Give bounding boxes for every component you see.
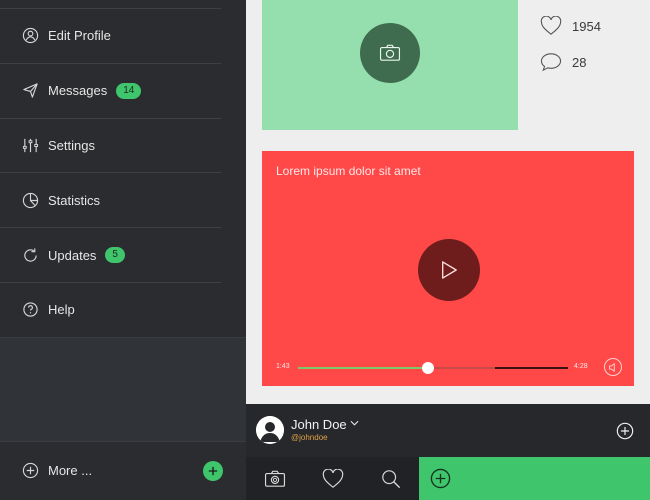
plus-circle-icon [430, 468, 451, 489]
more-button[interactable]: More ... [22, 462, 92, 479]
seek-buffered [495, 367, 568, 369]
tab-bar [246, 457, 650, 500]
help-icon [22, 301, 39, 318]
volume-button[interactable] [604, 358, 622, 376]
camera-icon [264, 470, 286, 487]
play-icon [442, 261, 457, 279]
avatar[interactable] [256, 416, 284, 444]
sidebar-item-label: Settings [48, 137, 95, 153]
sidebar-item-label: Updates [48, 247, 97, 263]
post-stats: 1954 28 [540, 14, 601, 86]
updates-badge: 5 [105, 247, 125, 264]
add-post-icon[interactable] [616, 422, 634, 440]
comments-stat[interactable]: 28 [540, 50, 601, 74]
tab-favorites[interactable] [304, 457, 362, 500]
seek-handle[interactable] [421, 362, 434, 374]
tab-add[interactable] [419, 457, 650, 500]
user-icon [22, 27, 39, 44]
refresh-icon [22, 247, 39, 264]
time-current: 1:43 [276, 363, 290, 370]
tab-camera[interactable] [246, 457, 304, 500]
sidebar-item-edit-profile[interactable]: Edit Profile [0, 9, 221, 64]
sidebar-item-label: Help [48, 302, 75, 318]
tab-search[interactable] [362, 457, 419, 500]
sidebar-item-label: Messages [48, 83, 108, 99]
sidebar-item-help[interactable]: Help [0, 283, 221, 338]
messages-badge: 14 [116, 82, 142, 99]
likes-count: 1954 [572, 18, 601, 34]
camera-button[interactable] [360, 23, 420, 83]
user-avatar-icon [256, 416, 284, 444]
user-name[interactable]: John Doe [291, 417, 347, 432]
sidebar-panel [0, 337, 246, 441]
sidebar-menu: Edit Profile Messages 14 Settings Statis… [0, 8, 221, 338]
sidebar-item-updates[interactable]: Updates 5 [0, 228, 221, 283]
heart-icon [322, 468, 344, 488]
video-card: Lorem ipsum dolor sit amet 1:43 4:28 [262, 151, 634, 386]
plus-circle-icon [22, 462, 39, 479]
camera-icon [379, 44, 401, 61]
user-bar: John Doe @johndoe [246, 404, 650, 457]
sidebar-item-statistics[interactable]: Statistics [0, 173, 221, 229]
search-icon [381, 469, 400, 488]
volume-icon [608, 362, 615, 372]
sidebar: Edit Profile Messages 14 Settings Statis… [0, 0, 246, 500]
user-handle: @johndoe [291, 433, 328, 442]
add-button[interactable] [203, 461, 223, 481]
seek-played [298, 367, 428, 369]
plus-icon [208, 466, 218, 476]
sidebar-item-messages[interactable]: Messages 14 [0, 64, 221, 119]
sliders-icon [22, 137, 39, 154]
likes-stat[interactable]: 1954 [540, 14, 601, 38]
sidebar-item-label: Edit Profile [48, 28, 111, 44]
comments-count: 28 [572, 54, 587, 70]
time-total: 4:28 [574, 363, 588, 370]
chevron-down-icon[interactable] [350, 420, 359, 426]
video-title: Lorem ipsum dolor sit amet [276, 164, 421, 178]
sidebar-item-settings[interactable]: Settings [0, 119, 221, 174]
pie-chart-icon [22, 192, 39, 209]
comment-icon [540, 53, 562, 72]
send-icon [22, 82, 39, 99]
more-label: More ... [48, 463, 93, 478]
photo-card[interactable] [262, 0, 518, 130]
sidebar-item-label: Statistics [48, 192, 101, 208]
seek-bar[interactable] [298, 362, 568, 374]
play-button[interactable] [418, 239, 480, 301]
heart-icon [540, 16, 562, 35]
